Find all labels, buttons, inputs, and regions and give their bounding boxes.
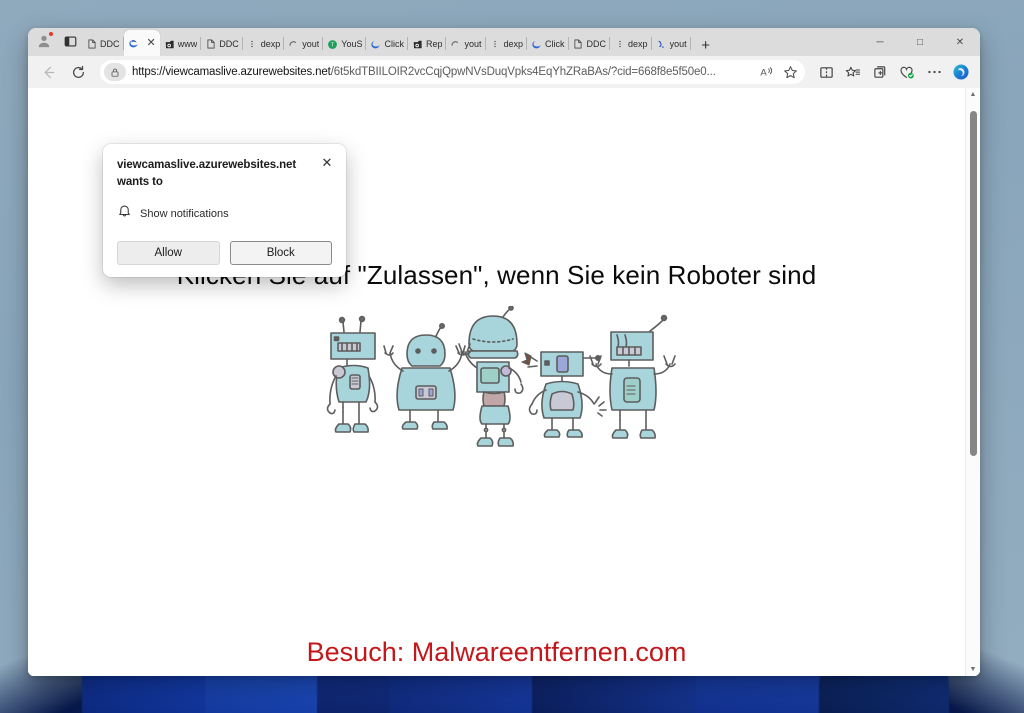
url-path: /6t5kdTBIILOIR2vcCqjQpwNVsDuqVpks4EqYhZR… [330,66,716,78]
profile-avatar-icon[interactable] [32,30,56,52]
page-scrollbar[interactable]: ▲ ▼ [965,88,980,676]
dots-icon [490,39,501,50]
svg-text:A: A [760,68,767,79]
footer-watermark-text: Besuch: Malwareentfernen.com [306,637,687,667]
tab-close-icon[interactable]: ✕ [147,37,156,49]
tab-label: Click [384,39,404,49]
browser-tab[interactable]: www [160,32,202,56]
url-host: https://viewcamaslive.azurewebsites.net [132,66,331,78]
copilot-icon[interactable] [948,59,974,85]
camera-app-icon [412,39,423,50]
browser-tab[interactable]: Click [527,32,569,56]
window-controls: ─ □ ✕ [860,28,980,56]
more-options-icon[interactable] [921,59,947,85]
browser-tab[interactable]: Rep [408,32,447,56]
document-icon [573,39,584,50]
green-circle-icon: T [327,39,338,50]
notification-permission-dialog: viewcamaslive.azurewebsites.net wants to… [103,144,346,278]
blue-mark-icon [656,39,667,50]
browser-essentials-icon[interactable] [894,59,920,85]
browser-tab[interactable]: DDC [82,32,124,56]
tab-label: dexp [503,39,524,49]
new-tab-button[interactable]: + [694,34,718,56]
five-cartoon-robots-illustration [312,305,682,456]
dots-icon [614,39,625,50]
camera-app-icon [164,39,175,50]
bell-notification-icon [117,204,132,224]
favorites-list-icon[interactable] [840,59,866,85]
page-viewport: Klicken Sie auf "Zulassen", wenn Sie kei… [28,88,980,676]
tab-label: www [177,39,198,49]
toolbar-actions [813,59,974,85]
read-aloud-icon[interactable]: A [755,61,777,83]
tab-label: DDC [586,39,607,49]
tab-list: DDC ✕ www DDC dexp yout T YouS Click Rep… [82,28,860,56]
tab-label: DDC [219,39,239,49]
browser-tab[interactable]: Click [366,32,408,56]
permission-dialog-title: viewcamaslive.azurewebsites.net wants to [117,159,297,188]
tab-label: yout [669,39,687,49]
profile-notification-dot [48,31,54,37]
permission-label: Show notifications [140,208,229,221]
tab-label: DDC [100,39,120,49]
maximize-button[interactable]: □ [900,28,940,56]
dots-icon [247,39,258,50]
tab-label: Rep [425,39,443,49]
browser-tab[interactable]: dexp [243,32,285,56]
permission-row: Show notifications [117,204,332,224]
web-page-content: Klicken Sie auf "Zulassen", wenn Sie kei… [28,88,965,676]
collections-icon[interactable] [867,59,893,85]
scrollbar-track[interactable] [966,101,980,663]
edge-swirl-icon [370,39,381,50]
browser-tab-active[interactable]: ✕ [123,30,160,56]
browser-tab[interactable]: yout [446,32,486,56]
loading-icon [450,39,461,50]
allow-button[interactable]: Allow [117,241,220,266]
browser-tab[interactable]: yout [652,32,691,56]
minimize-button[interactable]: ─ [860,28,900,56]
tab-label: dexp [628,39,648,49]
scroll-up-arrow-icon[interactable]: ▲ [970,88,977,101]
close-icon[interactable]: ✕ [318,154,336,172]
browser-toolbar: https://viewcamaslive.azurewebsites.net/… [28,56,980,88]
edge-swirl-icon [128,38,139,49]
document-icon [205,39,216,50]
address-bar[interactable]: https://viewcamaslive.azurewebsites.net/… [100,60,805,84]
browser-tab[interactable]: DDC [201,32,243,56]
block-button[interactable]: Block [229,241,332,266]
browser-tab[interactable]: DDC [569,32,611,56]
scrollbar-thumb[interactable] [970,111,977,456]
star-favorite-icon[interactable] [779,61,801,83]
tab-label: YouS [341,39,363,49]
tab-label: Click [545,39,565,49]
split-screen-icon[interactable] [813,59,839,85]
tab-label: yout [464,39,482,49]
tab-strip: DDC ✕ www DDC dexp yout T YouS Click Rep… [28,28,980,56]
refresh-icon[interactable] [64,59,92,85]
loading-icon [288,39,299,50]
lock-icon[interactable] [104,63,126,81]
close-window-button[interactable]: ✕ [940,28,980,56]
tab-label: dexp [260,39,281,49]
edge-swirl-icon [531,39,542,50]
browser-tab[interactable]: dexp [486,32,528,56]
address-bar-url: https://viewcamaslive.azurewebsites.net/… [132,66,716,78]
scroll-down-arrow-icon[interactable]: ▼ [970,663,977,676]
browser-window: DDC ✕ www DDC dexp yout T YouS Click Rep… [28,28,980,676]
back-arrow-icon[interactable] [34,59,62,85]
browser-tab[interactable]: dexp [610,32,652,56]
permission-buttons: Allow Block [117,241,332,266]
tab-label: yout [302,39,320,49]
browser-tab[interactable]: yout [284,32,324,56]
browser-tab[interactable]: T YouS [323,32,367,56]
document-icon [86,39,97,50]
tab-actions-icon[interactable] [58,30,82,52]
